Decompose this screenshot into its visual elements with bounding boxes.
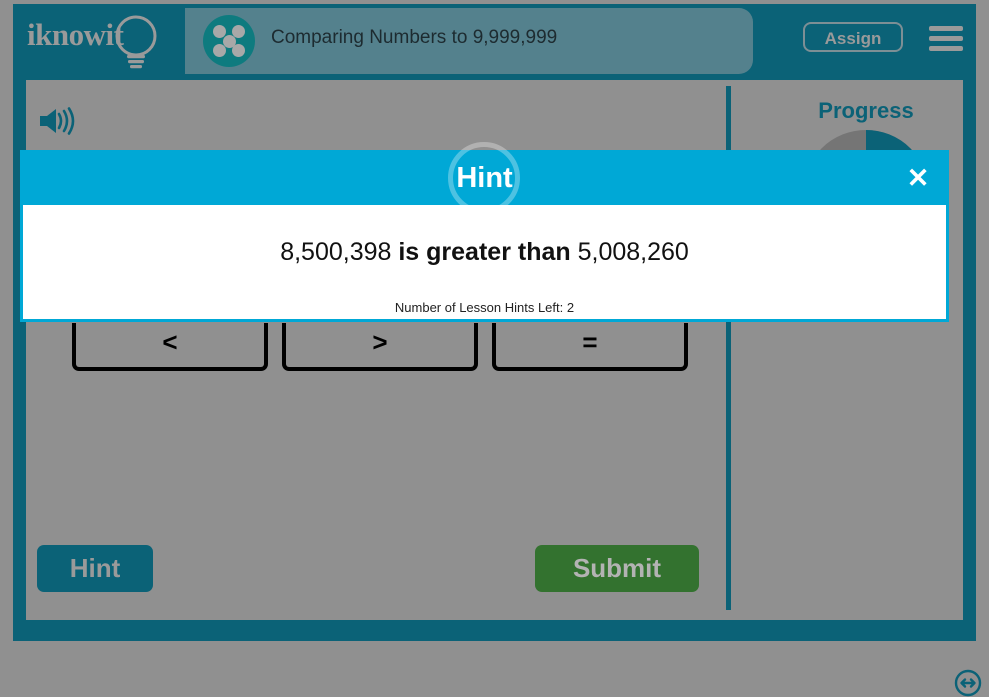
hint-number-right: 5,008,260 (577, 238, 689, 266)
hamburger-menu-icon[interactable] (929, 26, 963, 52)
assign-button[interactable]: Assign (803, 22, 903, 52)
hints-left-counter: Number of Lesson Hints Left: 2 (394, 300, 575, 315)
hint-modal: Hint ✕ 8,500,398 is greater than 5,008,2… (20, 142, 949, 322)
header-bar: iknowit Comparing Numbers to 9,999,999 A… (13, 4, 976, 78)
hint-modal-title: Hint (456, 162, 513, 194)
submit-button[interactable]: Submit (535, 545, 699, 592)
close-x-icon[interactable]: ✕ (903, 163, 933, 193)
progress-heading: Progress (818, 98, 914, 123)
page-title: Comparing Numbers to 9,999,999 (271, 27, 558, 48)
speaker-audio-icon[interactable] (37, 105, 75, 137)
hint-number-left: 8,500,398 (280, 238, 392, 266)
hint-modal-header: Hint ✕ (20, 142, 949, 214)
resize-horizontal-icon[interactable] (954, 669, 982, 697)
brand-wordmark: iknowit (27, 17, 124, 52)
brand-logo[interactable]: iknowit (13, 4, 185, 78)
five-dot-dice-icon (203, 15, 255, 67)
hint-button[interactable]: Hint (37, 545, 153, 592)
lesson-title-block: Comparing Numbers to 9,999,999 (185, 8, 753, 74)
hint-modal-body: 8,500,398 is greater than 5,008,260 Numb… (23, 205, 946, 319)
compare-button-greater-than[interactable]: > (282, 323, 478, 371)
lightbulb-icon (115, 15, 157, 69)
compare-button-equal-to[interactable]: = (492, 323, 688, 371)
hint-statement: 8,500,398 is greater than 5,008,260 (23, 238, 946, 267)
compare-button-less-than[interactable]: < (72, 323, 268, 371)
hint-relation: is greater than (398, 238, 571, 266)
